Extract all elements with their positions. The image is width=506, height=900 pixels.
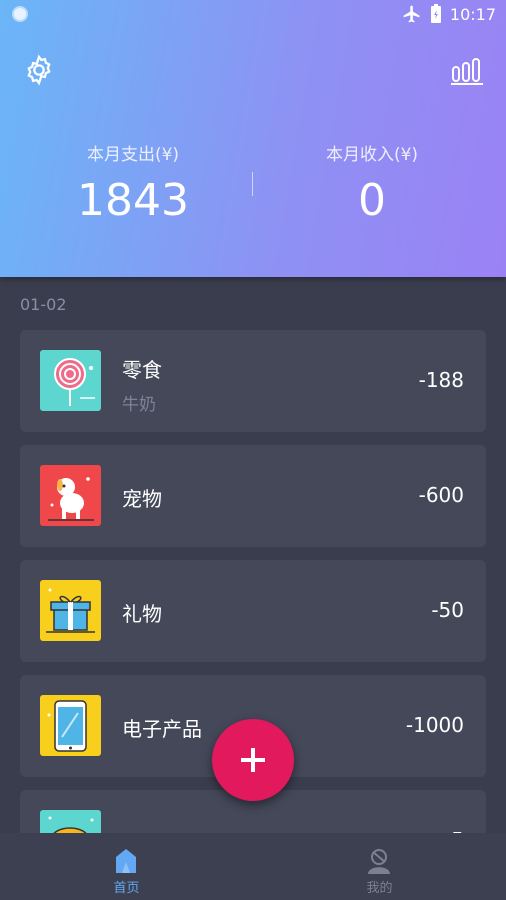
category-name: 礼物	[122, 602, 162, 626]
settings-gear-button[interactable]	[21, 52, 57, 88]
summary-divider	[252, 172, 253, 196]
clock-time: 10:17	[449, 4, 496, 24]
nav-mine-label: 我的	[366, 881, 393, 896]
date-header: 01-02	[20, 295, 67, 314]
nav-tab-home[interactable]: 首页	[0, 833, 253, 900]
transaction-item-snacks[interactable]: 零食 牛奶 -188	[20, 330, 486, 432]
transaction-note: 牛奶	[122, 395, 156, 415]
expense-value: 1843	[77, 175, 189, 226]
monthly-summary: 本月支出(¥) 1843 本月收入(¥) 0	[0, 140, 506, 230]
home-icon	[116, 849, 136, 873]
phone-icon	[40, 695, 101, 756]
lollipop-icon	[40, 350, 101, 411]
transaction-amount: -188	[418, 368, 464, 392]
user-profile-icon	[368, 849, 390, 874]
gear-icon	[27, 54, 51, 86]
monthly-expense: 本月支出(¥) 1843	[23, 140, 243, 226]
category-name: 宠物	[122, 487, 162, 511]
statistics-chart-button[interactable]	[449, 52, 485, 88]
dog-icon	[40, 465, 101, 526]
bar-chart-icon	[451, 58, 483, 85]
transaction-item-gifts[interactable]: 礼物 -50	[20, 560, 486, 662]
header-panel: 10:17 本月支出(¥) 1843 本月收入(¥) 0	[0, 0, 506, 277]
monthly-income: 本月收入(¥) 0	[262, 140, 482, 226]
category-name: 电子产品	[122, 717, 202, 741]
transaction-amount: -50	[431, 598, 464, 622]
food-icon	[40, 810, 101, 833]
notification-dot-icon	[12, 6, 28, 22]
transaction-amount: -1000	[405, 713, 464, 737]
expense-label: 本月支出(¥)	[86, 145, 180, 165]
income-value: 0	[358, 175, 386, 226]
airplane-mode-icon	[403, 5, 420, 23]
income-label: 本月收入(¥)	[325, 145, 419, 165]
bottom-navigation: 首页 我的	[0, 833, 506, 900]
plus-icon	[241, 748, 265, 772]
nav-tab-mine[interactable]: 我的	[253, 833, 506, 900]
add-record-button[interactable]	[212, 719, 294, 801]
category-name: 零食	[122, 358, 162, 382]
status-bar: 10:17	[0, 0, 506, 32]
battery-icon	[430, 4, 441, 23]
gift-icon	[40, 580, 101, 641]
nav-home-label: 首页	[113, 881, 140, 896]
transaction-item-pets[interactable]: 宠物 -600	[20, 445, 486, 547]
transaction-amount: -600	[418, 483, 464, 507]
